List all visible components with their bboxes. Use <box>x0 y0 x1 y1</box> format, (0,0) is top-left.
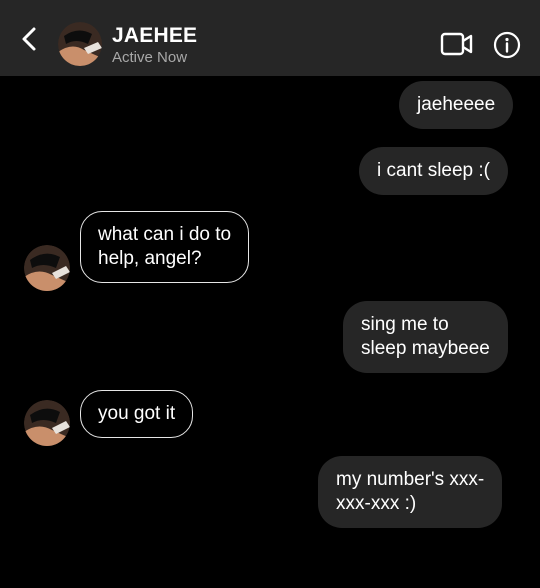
back-button[interactable] <box>14 24 44 54</box>
message-bubble-sent[interactable]: my number's xxx- xxx-xxx :) <box>318 456 503 528</box>
message-text-line: what can i do to <box>98 224 232 245</box>
message-text: you got it <box>98 403 176 424</box>
avatar[interactable] <box>24 245 70 291</box>
info-button[interactable] <box>493 31 521 59</box>
message-bubble-received[interactable]: what can i do to help, angel? <box>80 211 250 283</box>
message-text-line: sleep maybeee <box>361 338 490 359</box>
avatar[interactable] <box>58 22 102 66</box>
message-bubble-received[interactable]: you got it <box>80 390 194 438</box>
video-camera-icon <box>440 32 473 56</box>
message-text-line: my number's xxx- <box>336 469 485 490</box>
message-text-line: sing me to <box>361 314 449 335</box>
message-text: i cant sleep :( <box>377 160 490 181</box>
message-bubble-sent[interactable]: i cant sleep :( <box>359 147 508 195</box>
active-status: Active Now <box>112 49 188 66</box>
info-icon <box>493 31 521 59</box>
avatar[interactable] <box>24 400 70 446</box>
message-text-line: xxx-xxx :) <box>336 493 417 514</box>
video-call-button[interactable] <box>440 31 474 57</box>
message-text-line: help, angel? <box>98 248 202 269</box>
chat-header: JAEHEE Active Now <box>0 0 540 76</box>
contact-name[interactable]: JAEHEE <box>112 24 197 48</box>
chevron-left-icon <box>22 27 36 51</box>
message-bubble-sent[interactable]: sing me to sleep maybeee <box>343 301 508 373</box>
message-text: jaeheeee <box>417 94 496 115</box>
message-bubble-sent[interactable]: jaeheeee <box>399 81 514 129</box>
